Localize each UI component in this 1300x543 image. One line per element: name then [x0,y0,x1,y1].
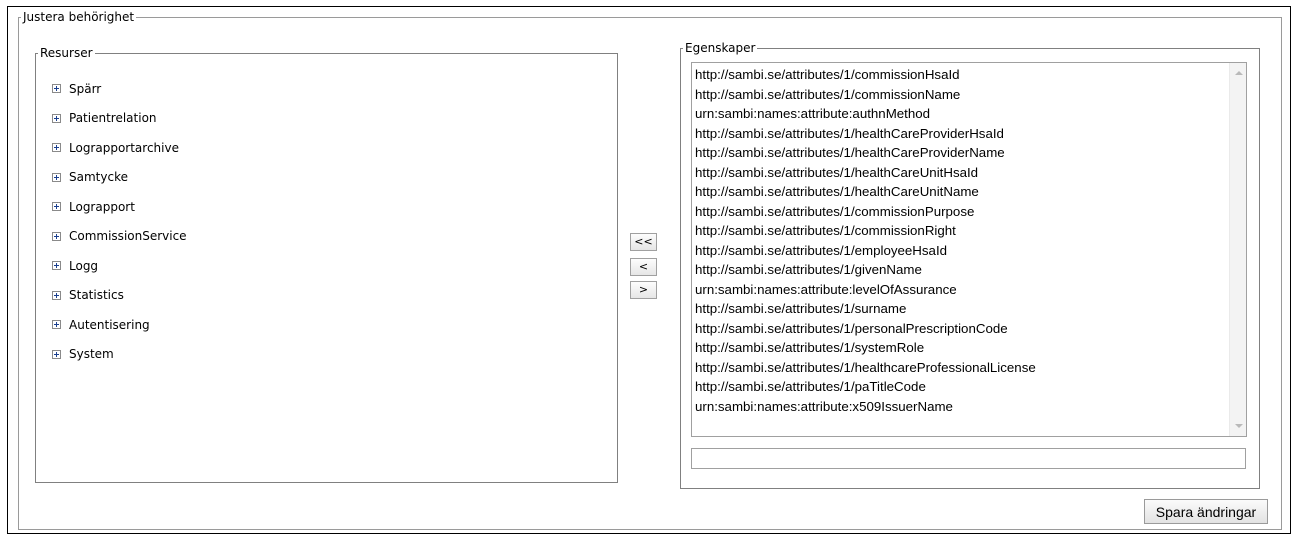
tree-item-system[interactable]: System [52,340,187,370]
tree-item-samtycke[interactable]: Samtycke [52,163,187,193]
attribute-list-item[interactable]: http://sambi.se/attributes/1/healthcareP… [695,358,1036,378]
attribute-list-item[interactable]: http://sambi.se/attributes/1/givenName [695,260,1036,280]
attribute-list-item[interactable]: http://sambi.se/attributes/1/healthCareP… [695,124,1036,144]
expand-plus-icon[interactable] [52,113,61,123]
remove-one-button[interactable]: < [630,258,657,276]
attribute-input[interactable] [691,448,1246,469]
attribute-list-item[interactable]: http://sambi.se/attributes/1/commissionR… [695,221,1036,241]
attributes-scrollbar[interactable] [1229,63,1246,436]
tree-item-label: CommissionService [69,229,187,244]
expand-plus-icon[interactable] [52,202,61,212]
attribute-list-item[interactable]: urn:sambi:names:attribute:authnMethod [695,104,1036,124]
attribute-list-item[interactable]: http://sambi.se/attributes/1/commissionH… [695,65,1036,85]
attribute-list-item[interactable]: http://sambi.se/attributes/1/healthCareU… [695,163,1036,183]
expand-plus-icon[interactable] [52,290,61,300]
scroll-down-arrow-icon[interactable] [1235,424,1243,428]
tree-item-label: System [69,347,114,362]
resources-legend: Resurser [40,46,93,60]
attributes-list: http://sambi.se/attributes/1/commissionH… [695,65,1036,416]
tree-item-sparr[interactable]: Spärr [52,74,187,104]
tree-item-label: Patientrelation [69,111,157,126]
attribute-list-item[interactable]: http://sambi.se/attributes/1/surname [695,299,1036,319]
tree-item-label: Logg [69,258,99,273]
tree-item-autentisering[interactable]: Autentisering [52,310,187,340]
expand-plus-icon[interactable] [52,349,61,359]
tree-item-label: Autentisering [69,317,150,332]
tree-item-lograpportarchive[interactable]: Lograpportarchive [52,133,187,163]
attribute-list-item[interactable]: http://sambi.se/attributes/1/healthCareP… [695,143,1036,163]
save-changes-button[interactable]: Spara ändringar [1144,499,1268,524]
attribute-list-item[interactable]: http://sambi.se/attributes/1/healthCareU… [695,182,1036,202]
remove-all-button[interactable]: << [630,233,657,251]
tree-item-label: Spärr [69,81,102,96]
tree-item-label: Samtycke [69,170,128,185]
tree-item-label: Lograpportarchive [69,140,179,155]
tree-item-label: Statistics [69,288,124,303]
attribute-list-item[interactable]: urn:sambi:names:attribute:x509IssuerName [695,397,1036,417]
attribute-list-item[interactable]: http://sambi.se/attributes/1/personalPre… [695,319,1036,339]
tree-item-lograpport[interactable]: Lograpport [52,192,187,222]
adjust-permissions-legend: Justera behörighet [23,10,135,24]
expand-plus-icon[interactable] [52,320,61,330]
resources-tree: Spärr Patientrelation Lograpportarchive … [52,74,187,369]
attribute-list-item[interactable]: http://sambi.se/attributes/1/employeeHsa… [695,241,1036,261]
tree-item-logg[interactable]: Logg [52,251,187,281]
attribute-list-item[interactable]: urn:sambi:names:attribute:levelOfAssuran… [695,280,1036,300]
expand-plus-icon[interactable] [52,143,61,153]
expand-plus-icon[interactable] [52,172,61,182]
attribute-list-item[interactable]: http://sambi.se/attributes/1/systemRole [695,338,1036,358]
scroll-up-arrow-icon[interactable] [1235,71,1243,75]
properties-legend: Egenskaper [685,41,756,55]
tree-item-label: Lograpport [69,199,135,214]
tree-item-commissionservice[interactable]: CommissionService [52,222,187,252]
attribute-list-item[interactable]: http://sambi.se/attributes/1/commissionN… [695,85,1036,105]
tree-item-patientrelation[interactable]: Patientrelation [52,104,187,134]
add-one-button[interactable]: > [630,281,657,299]
attribute-list-item[interactable]: http://sambi.se/attributes/1/paTitleCode [695,377,1036,397]
tree-item-statistics[interactable]: Statistics [52,281,187,311]
attributes-listbox[interactable]: http://sambi.se/attributes/1/commissionH… [691,62,1247,437]
expand-plus-icon[interactable] [52,84,61,94]
attribute-list-item[interactable]: http://sambi.se/attributes/1/commissionP… [695,202,1036,222]
expand-plus-icon[interactable] [52,261,61,271]
expand-plus-icon[interactable] [52,231,61,241]
